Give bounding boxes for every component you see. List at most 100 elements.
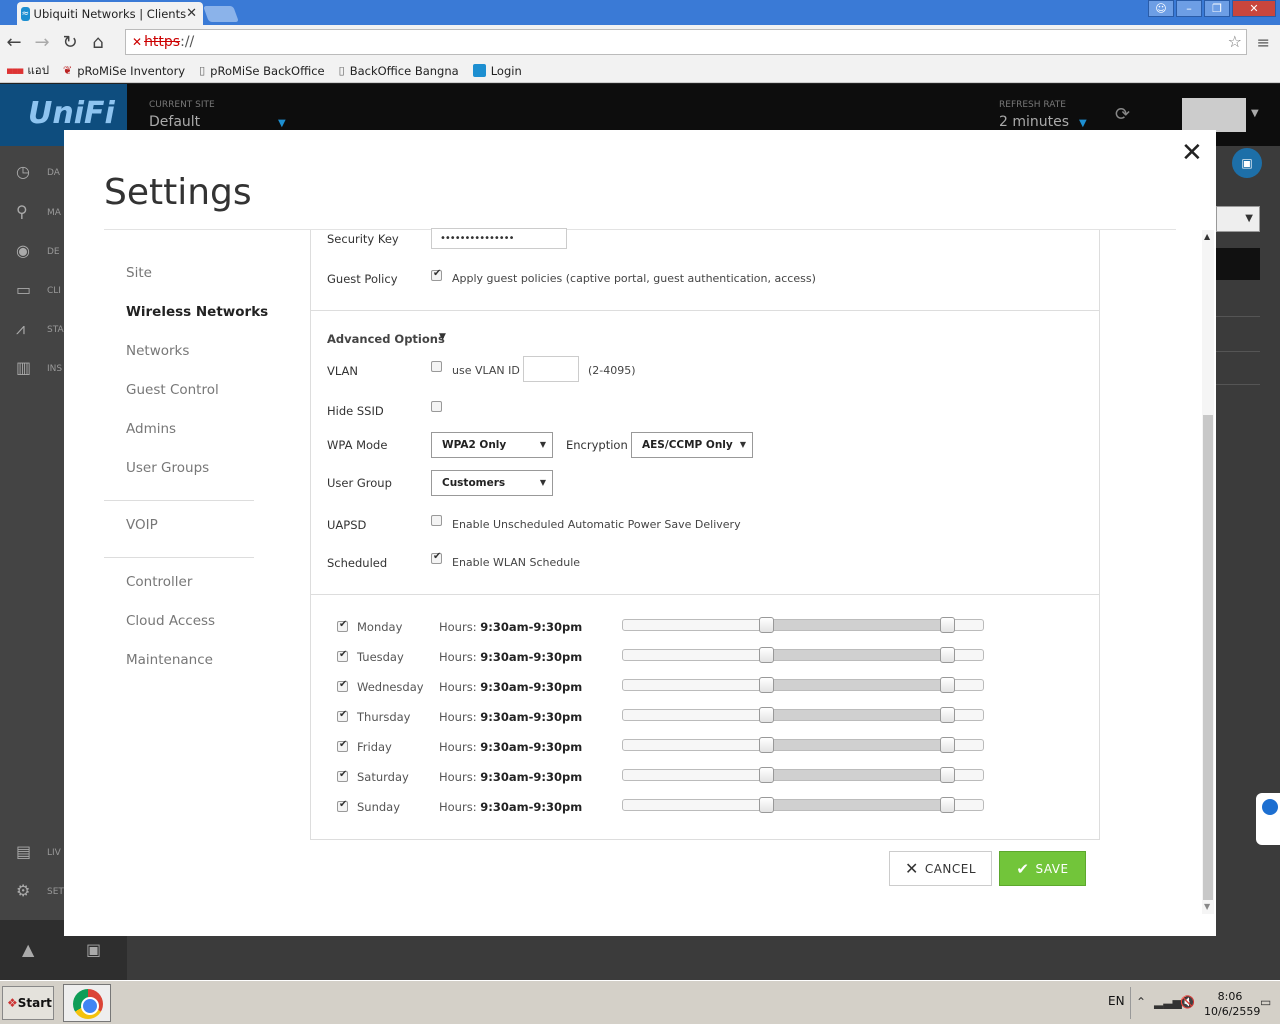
slider-start-handle[interactable] [758, 767, 774, 783]
day-checkbox[interactable] [337, 709, 348, 722]
slider-end-handle[interactable] [939, 797, 955, 813]
menu-item-voip[interactable]: VOIP [126, 517, 158, 533]
gear-icon[interactable]: ⚙ [16, 881, 38, 903]
hours-range-slider[interactable] [622, 797, 984, 813]
current-site-value[interactable]: Default [149, 114, 200, 130]
map-pin-icon[interactable]: ⚲ [16, 202, 38, 224]
menu-item-admins[interactable]: Admins [126, 421, 176, 437]
bookmark-backoffice-bangna[interactable]: ▯ BackOffice Bangna [339, 64, 459, 78]
encryption-select[interactable]: AES/CCMP Only [631, 432, 753, 458]
dashboard-icon[interactable]: ◷ [16, 162, 38, 184]
bookmark-star-icon[interactable]: ☆ [1228, 32, 1242, 51]
slider-start-handle[interactable] [758, 647, 774, 663]
home-icon[interactable]: ⌂ [84, 32, 112, 53]
slider-end-handle[interactable] [939, 647, 955, 663]
start-button[interactable]: ❖Start [2, 986, 54, 1020]
day-checkbox[interactable] [337, 619, 348, 632]
bookmark-promise-backoffice[interactable]: ▯ pRoMiSe BackOffice [199, 64, 325, 78]
hours-range-slider[interactable] [622, 767, 984, 783]
day-checkbox[interactable] [337, 769, 348, 782]
devices-icon[interactable]: ◉ [16, 241, 38, 263]
day-checkbox[interactable] [337, 649, 348, 662]
menu-item-guest-control[interactable]: Guest Control [126, 382, 219, 398]
scrollbar-thumb[interactable] [1203, 415, 1213, 900]
filter-select[interactable]: ▼ [1216, 206, 1260, 232]
guest-policy-checkbox[interactable] [431, 268, 442, 281]
menu-item-site[interactable]: Site [126, 265, 152, 281]
browser-tab[interactable]: ≈ Ubiquiti Networks | Clients ✕ [17, 2, 203, 25]
modal-scrollbar[interactable]: ▲ ▼ [1202, 230, 1214, 914]
user-group-select[interactable]: Customers [431, 470, 553, 496]
menu-item-user-groups[interactable]: User Groups [126, 460, 209, 476]
hours-range-slider[interactable] [622, 737, 984, 753]
hours-range-slider[interactable] [622, 647, 984, 663]
back-arrow-icon[interactable]: ← [0, 32, 28, 53]
uapsd-checkbox[interactable] [431, 515, 442, 526]
caret-down-icon[interactable]: ▼ [439, 332, 446, 342]
advanced-options-label[interactable]: Advanced Options [327, 332, 445, 346]
statistics-icon[interactable]: ⩘ [16, 319, 38, 341]
slider-end-handle[interactable] [939, 737, 955, 753]
taskbar-chrome-button[interactable] [63, 984, 111, 1022]
day-checkbox[interactable] [337, 739, 348, 752]
vlan-checkbox[interactable] [431, 361, 442, 372]
slider-start-handle[interactable] [758, 707, 774, 723]
chevron-down-icon[interactable]: ▼ [1079, 118, 1087, 129]
save-button[interactable]: ✔ SAVE [999, 851, 1086, 886]
minimize-icon[interactable]: – [1176, 0, 1202, 17]
scheduled-checkbox[interactable] [431, 551, 442, 564]
menu-item-cloud-access[interactable]: Cloud Access [126, 613, 215, 629]
slider-start-handle[interactable] [758, 677, 774, 693]
teamviewer-icon[interactable] [1256, 793, 1280, 845]
bookmark-apps[interactable]: ▪▪▪ แอป [6, 62, 49, 80]
network-signal-icon[interactable]: ▂▃▅ [1154, 995, 1182, 1009]
tab-close-icon[interactable]: ✕ [186, 6, 197, 21]
slider-start-handle[interactable] [758, 797, 774, 813]
window-close-icon[interactable]: ✕ [1232, 0, 1276, 17]
restore-icon[interactable]: ❐ [1204, 0, 1230, 17]
save-layout-icon[interactable]: ▣ [1232, 148, 1262, 178]
tray-expand-icon[interactable]: ⌃ [1136, 995, 1146, 1009]
hours-range-slider[interactable] [622, 677, 984, 693]
refresh-icon[interactable]: ⟳ [1115, 104, 1130, 125]
calendar-icon[interactable]: ▣ [86, 940, 108, 962]
hide-ssid-checkbox[interactable] [431, 401, 442, 412]
new-tab-button[interactable] [203, 6, 239, 22]
language-indicator[interactable]: EN [1108, 994, 1125, 1008]
bookmark-login[interactable]: Login [472, 64, 522, 78]
menu-item-maintenance[interactable]: Maintenance [126, 652, 213, 668]
day-checkbox[interactable] [337, 799, 348, 812]
close-icon[interactable]: ✕ [1181, 138, 1203, 168]
volume-muted-icon[interactable]: 🔇 [1180, 995, 1195, 1009]
hours-range-slider[interactable] [622, 617, 984, 633]
security-key-input[interactable]: ••••••••••••••• [431, 228, 567, 249]
day-checkbox[interactable] [337, 679, 348, 692]
wpa-mode-select[interactable]: WPA2 Only [431, 432, 553, 458]
refresh-rate-value[interactable]: 2 minutes [999, 114, 1069, 130]
insecure-lock-icon[interactable]: ✕ [132, 35, 142, 49]
forward-arrow-icon[interactable]: → [28, 32, 56, 53]
menu-item-networks[interactable]: Networks [126, 343, 189, 359]
scroll-down-icon[interactable]: ▼ [1204, 902, 1210, 911]
user-profile-icon[interactable]: ☺ [1148, 0, 1174, 17]
clients-icon[interactable]: ▭ [16, 280, 38, 302]
slider-start-handle[interactable] [758, 617, 774, 633]
bookmark-promise-inventory[interactable]: ❦ pRoMiSe Inventory [63, 64, 185, 78]
slider-end-handle[interactable] [939, 617, 955, 633]
system-clock[interactable]: 8:06 10/6/2559 [1204, 989, 1260, 1019]
chat-icon[interactable]: ▤ [16, 842, 38, 864]
slider-start-handle[interactable] [758, 737, 774, 753]
slider-end-handle[interactable] [939, 707, 955, 723]
vlan-id-input[interactable] [523, 356, 579, 382]
avatar[interactable] [1182, 98, 1246, 132]
slider-end-handle[interactable] [939, 677, 955, 693]
menu-item-controller[interactable]: Controller [126, 574, 192, 590]
cancel-button[interactable]: ✕ CANCEL [889, 851, 992, 886]
alert-icon[interactable]: ▲ [22, 940, 44, 962]
address-bar[interactable]: ✕ https :// ☆ [125, 29, 1247, 55]
reload-icon[interactable]: ↻ [56, 32, 84, 53]
menu-item-wireless-networks[interactable]: Wireless Networks [126, 304, 268, 320]
insights-icon[interactable]: ▥ [16, 358, 38, 380]
chevron-down-icon[interactable]: ▼ [1251, 108, 1259, 119]
chevron-down-icon[interactable]: ▼ [278, 118, 286, 129]
